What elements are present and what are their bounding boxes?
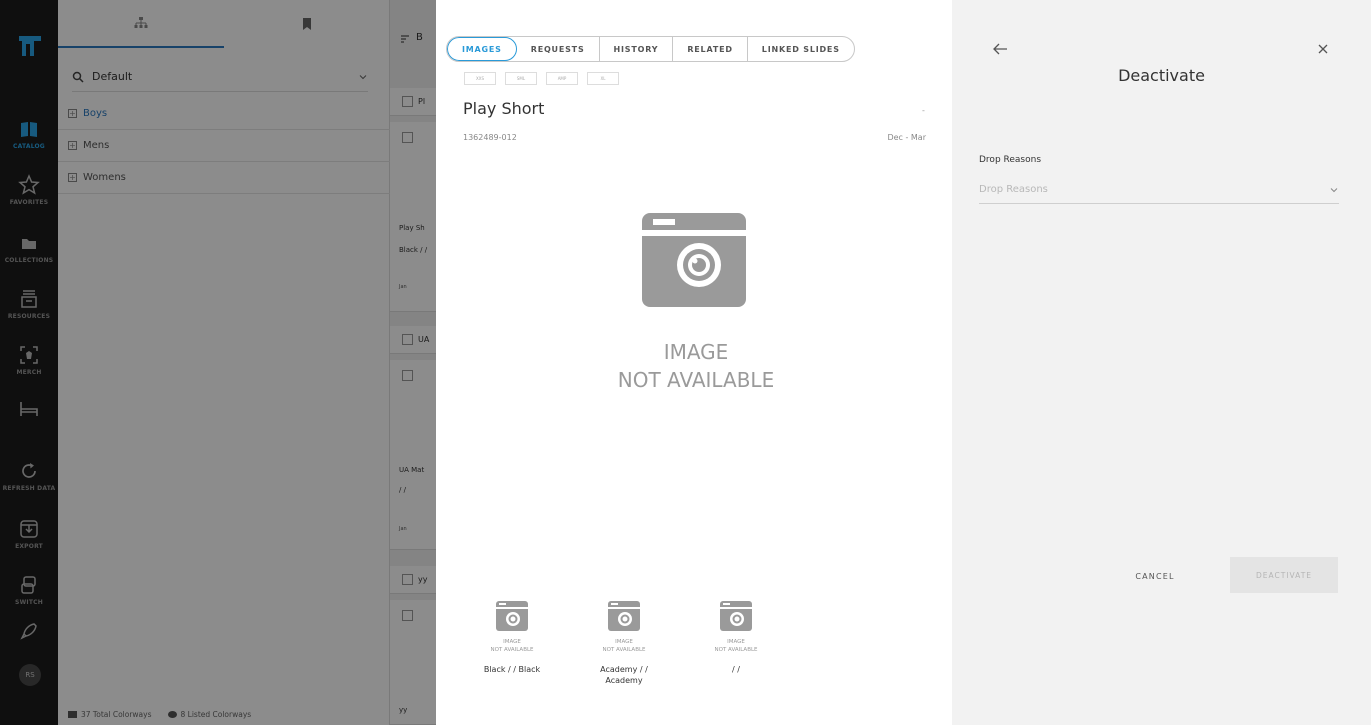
drop-reasons-placeholder: Drop Reasons bbox=[979, 184, 1048, 195]
product-status: - bbox=[922, 106, 925, 115]
colorway-thumb[interactable]: IMAGE NOT AVAILABLE Academy / / Academy bbox=[568, 600, 680, 686]
tab-requests[interactable]: REQUESTS bbox=[517, 37, 600, 61]
image-unavailable-line1: IMAGE bbox=[663, 340, 729, 364]
drop-reasons-select[interactable]: Drop Reasons bbox=[979, 176, 1339, 204]
camera-icon bbox=[608, 601, 640, 631]
main-product-image[interactable]: IMAGE NOT AVAILABLE bbox=[596, 210, 796, 400]
thumb-label: Academy / / Academy bbox=[600, 665, 648, 685]
tab-related[interactable]: RELATED bbox=[673, 37, 748, 61]
tab-linked-slides[interactable]: LINKED SLIDES bbox=[748, 37, 854, 61]
tab-images[interactable]: IMAGES bbox=[447, 37, 517, 61]
size-chip[interactable]: SML bbox=[505, 72, 537, 85]
product-detail-panel: IMAGES REQUESTS HISTORY RELATED LINKED S… bbox=[436, 0, 952, 725]
drop-reasons-label: Drop Reasons bbox=[979, 155, 1042, 165]
camera-icon bbox=[496, 601, 528, 631]
back-arrow-icon[interactable] bbox=[992, 42, 1008, 56]
cancel-button[interactable]: CANCEL bbox=[1120, 560, 1190, 592]
image-unavailable-line2: NOT AVAILABLE bbox=[617, 368, 775, 392]
camera-icon bbox=[720, 601, 752, 631]
modal-backdrop[interactable] bbox=[0, 0, 436, 725]
product-sku: 1362489-012 bbox=[463, 133, 517, 142]
detail-tabs: IMAGES REQUESTS HISTORY RELATED LINKED S… bbox=[446, 36, 855, 62]
camera-icon bbox=[642, 213, 746, 307]
product-title: Play Short bbox=[463, 99, 545, 118]
size-chips: XXS SML AMP XL bbox=[464, 72, 628, 85]
deactivate-button[interactable]: DEACTIVATE bbox=[1230, 557, 1338, 593]
thumb-label: / / bbox=[732, 665, 740, 674]
thumb-unavailable-text: IMAGE NOT AVAILABLE bbox=[490, 639, 534, 653]
panel-title: Deactivate bbox=[1118, 66, 1205, 85]
chevron-down-icon bbox=[1330, 187, 1338, 192]
colorway-thumbnails: IMAGE NOT AVAILABLE Black / / Black IMAGE… bbox=[456, 600, 792, 686]
thumb-unavailable-text: IMAGE NOT AVAILABLE bbox=[602, 639, 646, 653]
colorway-thumb[interactable]: IMAGE NOT AVAILABLE / / bbox=[680, 600, 792, 686]
thumb-label: Black / / Black bbox=[483, 665, 541, 674]
size-chip[interactable]: AMP bbox=[546, 72, 578, 85]
tab-history[interactable]: HISTORY bbox=[600, 37, 674, 61]
deactivate-panel: Deactivate Drop Reasons Drop Reasons CAN… bbox=[952, 0, 1371, 725]
size-chip[interactable]: XXS bbox=[464, 72, 496, 85]
colorway-thumb[interactable]: IMAGE NOT AVAILABLE Black / / Black bbox=[456, 600, 568, 686]
thumb-unavailable-text: IMAGE NOT AVAILABLE bbox=[714, 639, 758, 653]
product-season: Dec - Mar bbox=[887, 133, 926, 142]
close-icon[interactable] bbox=[1316, 42, 1330, 56]
size-chip[interactable]: XL bbox=[587, 72, 619, 85]
